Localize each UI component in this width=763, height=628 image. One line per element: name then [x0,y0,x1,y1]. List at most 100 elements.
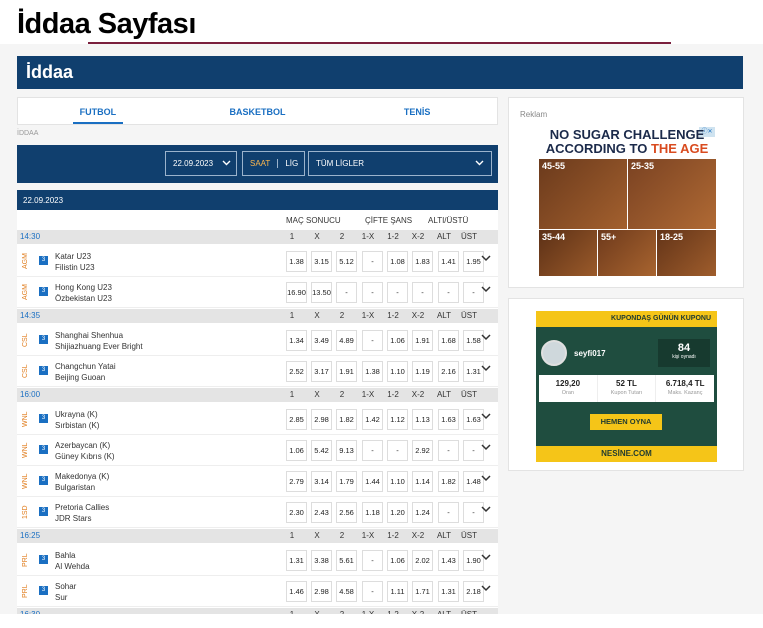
ad-banner[interactable]: Reklam ⓘ✕ NO SUGAR CHALLENGE ACCORDING T… [508,97,744,288]
odd-button[interactable]: 1.91 [412,330,433,351]
odd-button[interactable]: 1.82 [336,409,357,430]
odd-button[interactable]: - [362,581,383,602]
match-row[interactable]: WNL 3 Azerbaycan (K) Güney Kıbrıs (K) 1.06 5.… [17,435,498,466]
tab-basketbol[interactable]: BASKETBOL [178,98,338,124]
odd-button[interactable]: - [362,550,383,571]
odd-button[interactable]: - [362,330,383,351]
odd-button[interactable]: - [387,440,408,461]
match-teams[interactable]: Shanghai Shenhua Shijiazhuang Ever Bright [55,330,143,352]
odd-button[interactable]: 1.71 [412,581,433,602]
odd-button[interactable]: 13.50 [311,282,332,303]
expand-chevron-icon[interactable] [481,475,491,482]
odd-button[interactable]: 3.38 [311,550,332,571]
match-row[interactable]: PRL 3 Sohar Sur 1.46 2.98 4.58-1.11 1.71 1.31 2.1… [17,576,498,607]
expand-chevron-icon[interactable] [481,506,491,513]
odd-button[interactable]: 4.89 [336,330,357,351]
match-row[interactable]: 1SD 3 Pretoria Callies JDR Stars 2.30 2.43 2.5… [17,497,498,528]
odd-button[interactable]: 1.06 [387,330,408,351]
match-teams[interactable]: Azerbaycan (K) Güney Kıbrıs (K) [55,440,115,462]
odd-button[interactable]: 1.42 [362,409,383,430]
odd-button[interactable]: - [387,282,408,303]
odd-button[interactable]: 1.34 [286,330,307,351]
expand-chevron-icon[interactable] [481,444,491,451]
odd-button[interactable]: 1.12 [387,409,408,430]
odd-button[interactable]: - [438,502,459,523]
odd-button[interactable]: 1.43 [438,550,459,571]
odd-button[interactable]: 2.16 [438,361,459,382]
match-teams[interactable]: Bahla Al Wehda [55,550,90,572]
odd-button[interactable]: 3.14 [311,471,332,492]
odd-button[interactable]: 2.43 [311,502,332,523]
tab-tenis[interactable]: TENİS [337,98,497,124]
match-teams[interactable]: Hong Kong U23 Özbekistan U23 [55,282,112,304]
odd-button[interactable]: 2.30 [286,502,307,523]
sort-lig-button[interactable]: LİG [278,159,305,168]
odd-button[interactable]: 1.91 [336,361,357,382]
odd-button[interactable]: 1.68 [438,330,459,351]
odd-button[interactable]: 3.17 [311,361,332,382]
odd-button[interactable]: 1.38 [286,251,307,272]
odd-button[interactable]: 1.10 [387,471,408,492]
match-teams[interactable]: Pretoria Callies JDR Stars [55,502,109,524]
odd-button[interactable]: - [412,282,433,303]
league-select[interactable]: TÜM LİGLER [308,151,492,176]
match-teams[interactable]: Makedonya (K) Bulgaristan [55,471,109,493]
odd-button[interactable]: 2.79 [286,471,307,492]
odd-button[interactable]: 1.82 [438,471,459,492]
sort-saat-button[interactable]: SAAT [243,159,279,168]
odd-button[interactable]: 2.92 [412,440,433,461]
match-teams[interactable]: Ukrayna (K) Sırbistan (K) [55,409,99,431]
expand-chevron-icon[interactable] [481,554,491,561]
expand-chevron-icon[interactable] [481,585,491,592]
odd-button[interactable]: 16.90 [286,282,307,303]
odd-button[interactable]: 2.02 [412,550,433,571]
odd-button[interactable]: 1.06 [387,550,408,571]
play-now-button[interactable]: HEMEN OYNA [590,414,662,430]
match-teams[interactable]: Katar U23 Filistin U23 [55,251,95,273]
odd-button[interactable]: 1.06 [286,440,307,461]
odd-button[interactable]: 1.83 [412,251,433,272]
odd-button[interactable]: - [438,440,459,461]
match-row[interactable]: CSL 3 Changchun Yatai Beijing Guoan 2.52 3.17… [17,356,498,387]
odd-button[interactable]: 2.98 [311,409,332,430]
odd-button[interactable]: 2.56 [336,502,357,523]
odd-button[interactable]: 1.19 [412,361,433,382]
odd-button[interactable]: 5.42 [311,440,332,461]
match-teams[interactable]: Changchun Yatai Beijing Guoan [55,361,116,383]
expand-chevron-icon[interactable] [481,334,491,341]
odd-button[interactable]: 1.31 [286,550,307,571]
expand-chevron-icon[interactable] [481,255,491,262]
odd-button[interactable]: - [336,282,357,303]
odd-button[interactable]: 2.52 [286,361,307,382]
expand-chevron-icon[interactable] [481,286,491,293]
odd-button[interactable]: 1.10 [387,361,408,382]
odd-button[interactable]: - [362,282,383,303]
match-row[interactable]: WNL 3 Makedonya (K) Bulgaristan 2.79 3.14 1.79… [17,466,498,497]
breadcrumb[interactable]: İDDAA [17,130,38,137]
match-row[interactable]: AGM 3 Hong Kong U23 Özbekistan U23 16.90 13.5… [17,277,498,308]
odd-button[interactable]: 3.15 [311,251,332,272]
odd-button[interactable]: 5.12 [336,251,357,272]
odd-button[interactable]: 5.61 [336,550,357,571]
odd-button[interactable]: 1.24 [412,502,433,523]
odd-button[interactable]: - [362,251,383,272]
coupon-widget[interactable]: KUPONDAŞ GÜNÜN KUPONU seyfi017 84 kişi o… [508,298,744,471]
expand-chevron-icon[interactable] [481,413,491,420]
odd-button[interactable]: 1.63 [438,409,459,430]
match-row[interactable]: AGM 3 Katar U23 Filistin U23 1.38 3.15 5.12-1.… [17,246,498,277]
odd-button[interactable]: - [438,282,459,303]
date-select[interactable]: 22.09.2023 [165,151,237,176]
odd-button[interactable]: 1.31 [438,581,459,602]
odd-button[interactable]: 1.44 [362,471,383,492]
odd-button[interactable]: 1.20 [387,502,408,523]
odd-button[interactable]: 1.14 [412,471,433,492]
odd-button[interactable]: 1.18 [362,502,383,523]
odd-button[interactable]: 9.13 [336,440,357,461]
match-teams[interactable]: Sohar Sur [55,581,76,603]
odd-button[interactable]: 2.85 [286,409,307,430]
odd-button[interactable]: 1.13 [412,409,433,430]
match-row[interactable]: PRL 3 Bahla Al Wehda 1.31 3.38 5.61-1.06 2.02 1.… [17,545,498,576]
odd-button[interactable]: 1.08 [387,251,408,272]
odd-button[interactable]: 1.79 [336,471,357,492]
match-row[interactable]: CSL 3 Shanghai Shenhua Shijiazhuang Ever Br… [17,325,498,356]
